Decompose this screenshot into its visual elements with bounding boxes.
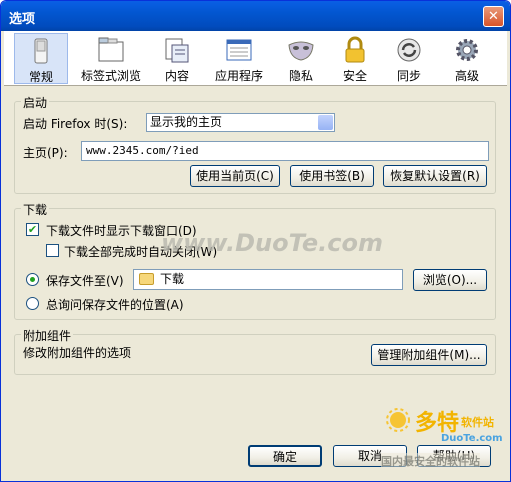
addons-group-label: 附加组件 bbox=[21, 327, 74, 344]
use-current-page-button[interactable]: 使用当前页(C) bbox=[190, 165, 280, 187]
save-to-label: 保存文件至(V) bbox=[46, 274, 124, 288]
tab-label: 同步 bbox=[396, 69, 421, 83]
tab-label: 高级 bbox=[454, 69, 479, 83]
tab-content[interactable]: 内容 bbox=[154, 33, 200, 84]
logo-url: DuoTe.com bbox=[441, 433, 503, 444]
home-page-field[interactable]: www.2345.com/?ied bbox=[81, 141, 489, 161]
folder-icon bbox=[139, 273, 154, 285]
chevron-down-icon[interactable] bbox=[318, 115, 333, 130]
tabs-icon bbox=[98, 37, 124, 62]
tab-sync[interactable]: 同步 bbox=[386, 33, 432, 84]
download-folder-field[interactable]: 下载 bbox=[133, 269, 403, 290]
addons-description: 修改附加组件的选项 bbox=[23, 346, 132, 360]
tab-tabs[interactable]: 标签式浏览 bbox=[76, 33, 146, 84]
tab-security[interactable]: 安全 bbox=[332, 33, 378, 84]
downloads-group-label: 下载 bbox=[21, 201, 50, 218]
logo-sub: 软件站 bbox=[461, 416, 494, 429]
browse-button[interactable]: 浏览(O)... bbox=[413, 269, 487, 291]
tab-label: 常规 bbox=[28, 70, 53, 84]
site-watermark: www.DuoTe.com bbox=[161, 229, 383, 257]
options-window: 选项 ✕ 常规 标签式浏览 内容 应用程序 隐私 安全 同步 高级 启动 启动 … bbox=[0, 0, 511, 482]
sun-logo-icon bbox=[386, 408, 410, 432]
title-bar[interactable]: 选项 ✕ bbox=[1, 1, 510, 31]
content-page-icon bbox=[165, 38, 189, 63]
applications-icon bbox=[226, 39, 252, 61]
use-bookmark-button[interactable]: 使用书签(B) bbox=[290, 165, 374, 187]
mask-icon bbox=[288, 41, 314, 61]
show-download-window-checkbox[interactable]: ✔ bbox=[26, 223, 39, 236]
tab-label: 安全 bbox=[342, 69, 367, 83]
gear-icon bbox=[456, 39, 478, 61]
tab-label: 标签式浏览 bbox=[80, 69, 141, 83]
download-folder-value: 下载 bbox=[160, 272, 185, 286]
manage-addons-button[interactable]: 管理附加组件(M)... bbox=[371, 344, 487, 366]
tab-label: 内容 bbox=[164, 69, 189, 83]
startup-when-label: 启动 Firefox 时(S): bbox=[23, 117, 128, 131]
tab-applications[interactable]: 应用程序 bbox=[208, 33, 270, 84]
switch-icon bbox=[34, 38, 48, 64]
startup-select-value: 显示我的主页 bbox=[150, 115, 223, 129]
always-ask-label: 总询问保存文件的位置(A) bbox=[46, 298, 184, 312]
tab-general[interactable]: 常规 bbox=[14, 33, 68, 84]
always-ask-radio[interactable] bbox=[26, 297, 39, 310]
logo-tagline: 国内最安全的软件站 bbox=[381, 453, 480, 469]
tab-label: 应用程序 bbox=[214, 69, 263, 83]
window-title: 选项 bbox=[9, 12, 36, 27]
ok-button[interactable]: 确定 bbox=[248, 445, 322, 467]
close-button[interactable]: ✕ bbox=[483, 6, 504, 27]
startup-select[interactable]: 显示我的主页 bbox=[146, 113, 335, 132]
tab-privacy[interactable]: 隐私 bbox=[278, 33, 324, 84]
restore-default-button[interactable]: 恢复默认设置(R) bbox=[383, 165, 487, 187]
save-to-radio[interactable] bbox=[26, 273, 39, 286]
lock-icon bbox=[345, 36, 365, 63]
sync-icon bbox=[397, 38, 421, 62]
tab-advanced[interactable]: 高级 bbox=[444, 33, 490, 84]
startup-group-label: 启动 bbox=[21, 94, 50, 111]
tab-label: 隐私 bbox=[288, 69, 313, 83]
options-toolbar: 常规 标签式浏览 内容 应用程序 隐私 安全 同步 高级 bbox=[4, 31, 507, 86]
home-page-label: 主页(P): bbox=[23, 146, 68, 160]
close-when-done-checkbox[interactable] bbox=[46, 244, 59, 257]
